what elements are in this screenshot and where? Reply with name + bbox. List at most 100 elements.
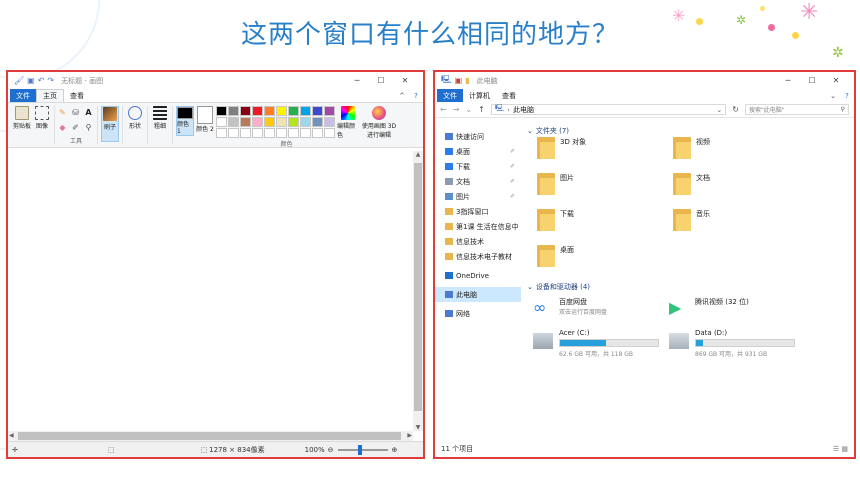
folders-header[interactable]: ⌄ 文件夹 (7) <box>527 125 854 137</box>
palette-swatch[interactable] <box>240 128 251 138</box>
tab-file[interactable]: 文件 <box>437 89 463 102</box>
nav-item[interactable]: OneDrive <box>445 268 521 283</box>
palette-swatch[interactable] <box>228 117 239 127</box>
scroll-thumb[interactable] <box>18 432 401 440</box>
redo-icon[interactable]: ↷ <box>47 76 54 85</box>
properties-icon[interactable]: ▣ <box>455 76 463 85</box>
color2-button[interactable]: 颜色 2 <box>196 106 214 136</box>
eraser-icon[interactable]: ◆ <box>58 123 67 132</box>
new-folder-icon[interactable]: ▮ <box>465 76 469 85</box>
forward-icon[interactable]: → <box>453 105 460 114</box>
palette-swatch[interactable] <box>216 106 227 116</box>
palette-swatch[interactable] <box>312 128 323 138</box>
palette-swatch[interactable] <box>240 106 251 116</box>
device-baidu[interactable]: ∞ 百度网盘 双击运行百度网盘 <box>533 297 669 329</box>
folder-item[interactable]: 音乐 <box>673 209 809 245</box>
palette-swatch[interactable] <box>300 128 311 138</box>
palette-swatch[interactable] <box>288 128 299 138</box>
nav-item[interactable]: 3指挥窗口 <box>445 204 521 219</box>
nav-item[interactable]: 信息技术 <box>445 234 521 249</box>
zoom-in-icon[interactable]: ⊕ <box>392 446 398 454</box>
chevron-up-icon[interactable]: ^ <box>395 89 409 102</box>
zoom-out-icon[interactable]: ⊖ <box>328 446 334 454</box>
nav-item[interactable]: 图片 ✐ <box>445 189 521 204</box>
magnifier-icon[interactable]: ⚲ <box>84 123 93 132</box>
folder-item[interactable]: 下载 <box>537 209 673 245</box>
scroll-up-icon[interactable]: ▲ <box>413 151 423 158</box>
close-button[interactable]: ✕ <box>393 76 417 85</box>
image-button[interactable]: 图像 <box>33 106 51 144</box>
palette-swatch[interactable] <box>288 106 299 116</box>
palette-swatch[interactable] <box>264 106 275 116</box>
chevron-down-icon[interactable]: ⌄ <box>465 105 472 114</box>
back-icon[interactable]: ← <box>440 105 447 114</box>
palette-swatch[interactable] <box>276 128 287 138</box>
chevron-down-icon[interactable]: ⌄ <box>716 106 722 114</box>
palette-swatch[interactable] <box>252 106 263 116</box>
folder-item[interactable]: 3D 对象 <box>537 137 673 173</box>
color1-button[interactable]: 颜色 1 <box>176 106 194 136</box>
palette-swatch[interactable] <box>300 117 311 127</box>
palette-swatch[interactable] <box>228 128 239 138</box>
palette-swatch[interactable] <box>216 117 227 127</box>
scroll-thumb[interactable] <box>414 163 422 411</box>
folder-item[interactable]: 桌面 <box>537 245 673 281</box>
tab-view[interactable]: 查看 <box>64 89 90 102</box>
tab-file[interactable]: 文件 <box>10 89 36 102</box>
palette-swatch[interactable] <box>276 117 287 127</box>
scroll-down-icon[interactable]: ▼ <box>413 424 423 431</box>
help-icon[interactable]: ? <box>840 89 854 102</box>
nav-item[interactable]: 网络 <box>445 306 521 321</box>
vertical-scrollbar[interactable]: ▲ ▼ <box>413 151 423 431</box>
maximize-button[interactable]: ☐ <box>369 76 393 85</box>
refresh-icon[interactable]: ↻ <box>732 105 739 114</box>
palette-swatch[interactable] <box>288 117 299 127</box>
search-input[interactable]: 搜索"此电脑" ⚲ <box>745 104 849 115</box>
nav-item[interactable]: 第1课 生活在信息中 <box>445 219 521 234</box>
edit-colors-button[interactable]: 编辑颜色 <box>337 106 359 139</box>
scroll-right-icon[interactable]: ▶ <box>407 431 412 441</box>
close-button[interactable]: ✕ <box>824 76 848 85</box>
nav-item[interactable]: 快速访问 <box>445 129 521 144</box>
drive-d[interactable]: Data (D:) 869 GB 可用，共 931 GB <box>669 329 805 361</box>
horizontal-scrollbar[interactable]: ◀ ▶ <box>8 431 413 441</box>
nav-item[interactable]: 下载 ✐ <box>445 159 521 174</box>
palette-swatch[interactable] <box>240 117 251 127</box>
details-view-icon[interactable]: ☰ ▦ <box>833 445 848 453</box>
drawing-canvas[interactable]: ▲ ▼ ◀ ▶ <box>8 151 423 441</box>
tab-view[interactable]: 查看 <box>496 89 522 102</box>
color-picker-icon[interactable]: ✐ <box>71 123 80 132</box>
tab-home[interactable]: 主页 <box>36 89 64 102</box>
palette-swatch[interactable] <box>324 128 335 138</box>
nav-item[interactable]: 此电脑 <box>435 287 521 302</box>
chevron-down-icon[interactable]: ⌄ <box>826 89 840 102</box>
folder-item[interactable]: 文档 <box>673 173 809 209</box>
palette-swatch[interactable] <box>324 106 335 116</box>
drive-c[interactable]: Acer (C:) 62.6 GB 可用，共 118 GB <box>533 329 669 361</box>
nav-item[interactable]: 信息技术电子教材 <box>445 249 521 264</box>
device-tencent-video[interactable]: ▶ 腾讯视频 (32 位) <box>669 297 805 329</box>
palette-swatch[interactable] <box>324 117 335 127</box>
help-icon[interactable]: ? <box>409 89 423 102</box>
brushes-button[interactable]: 刷子 <box>101 106 119 142</box>
folder-item[interactable]: 图片 <box>537 173 673 209</box>
scroll-left-icon[interactable]: ◀ <box>9 431 14 441</box>
palette-swatch[interactable] <box>264 128 275 138</box>
save-icon[interactable]: ▣ <box>27 76 35 85</box>
palette-swatch[interactable] <box>276 106 287 116</box>
palette-swatch[interactable] <box>264 117 275 127</box>
palette-swatch[interactable] <box>216 128 227 138</box>
palette-swatch[interactable] <box>252 128 263 138</box>
fill-icon[interactable]: ⛁ <box>71 108 80 117</box>
minimize-button[interactable]: ─ <box>776 76 800 85</box>
paste-button[interactable]: 剪贴板 <box>13 106 31 144</box>
nav-item[interactable]: 桌面 ✐ <box>445 144 521 159</box>
palette-swatch[interactable] <box>312 117 323 127</box>
up-icon[interactable]: ↑ <box>478 105 485 114</box>
palette-swatch[interactable] <box>300 106 311 116</box>
nav-item[interactable]: 文档 ✐ <box>445 174 521 189</box>
paint3d-button[interactable]: 使用画图 3D 进行编辑 <box>361 106 397 139</box>
size-button[interactable]: 粗细 <box>151 106 169 144</box>
tab-computer[interactable]: 计算机 <box>463 89 496 102</box>
pencil-icon[interactable]: ✎ <box>58 108 67 117</box>
